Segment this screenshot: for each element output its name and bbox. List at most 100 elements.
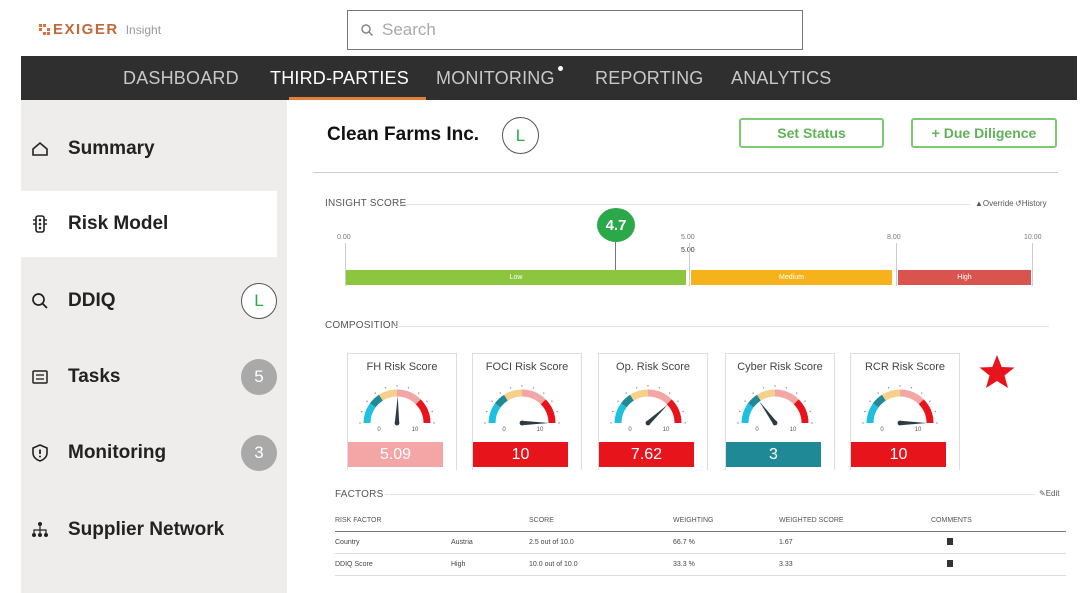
override-link[interactable]: ▲Override (975, 199, 1014, 208)
column-header: WEIGHTED SCORE (779, 511, 931, 532)
gauge-segment (379, 389, 398, 401)
gauge-segment (866, 403, 879, 424)
search-icon (32, 293, 48, 309)
gauge-hub (772, 420, 778, 426)
app-logo[interactable]: EXIGER Insight (39, 21, 161, 38)
nav-dashboard[interactable]: DASHBOARD (123, 68, 239, 89)
scale-tick (689, 243, 690, 286)
nav-analytics[interactable]: ANALYTICS (731, 68, 832, 89)
gauge-tick (811, 422, 813, 424)
gauge-tick (486, 410, 488, 413)
comments-cell[interactable] (931, 553, 1066, 576)
gauge-segment (415, 399, 431, 424)
gauge-tick (677, 400, 679, 402)
nav-reporting[interactable]: REPORTING (595, 68, 703, 89)
sidebar-item-supplier-network[interactable]: Supplier Network (21, 497, 277, 563)
set-status-button[interactable]: Set Status (739, 118, 884, 148)
insight-score-label: INSIGHT SCORE (325, 198, 407, 209)
sidebar-item-summary[interactable]: Summary (21, 116, 277, 182)
gauge-needle (900, 420, 927, 426)
search-input[interactable] (382, 20, 762, 40)
brand-sub: Insight (125, 22, 162, 37)
scale-tick-label: 5.00 (681, 234, 695, 241)
nav-monitoring[interactable]: MONITORING (436, 66, 563, 89)
gauge-tick (426, 400, 428, 402)
network-icon (32, 522, 48, 537)
gauge-segment (521, 389, 546, 405)
sidebar-item-risk-model[interactable]: Risk Model (21, 191, 277, 257)
gauge-range-label: 10 (915, 427, 922, 433)
table-cell: 3.33 (779, 553, 931, 576)
gauge-tick (418, 392, 420, 394)
gauge-tick (499, 392, 501, 394)
score-pointer (615, 242, 616, 270)
edit-label: Edit (1045, 489, 1060, 498)
column-header: SCORE (529, 511, 673, 532)
checklist-icon (32, 370, 48, 384)
gauge-tick (862, 422, 864, 424)
edit-link[interactable]: ✎Edit (1039, 489, 1060, 498)
gauge-tick (929, 400, 931, 402)
table-header-row: RISK FACTOR SCORE WEIGHTING WEIGHTED SCO… (335, 511, 1066, 532)
sidebar: Summary Risk Model DDIQ L Tasks 5 Monito… (21, 100, 287, 593)
document-icon[interactable] (947, 537, 953, 545)
gauge-tick (532, 387, 535, 389)
gauge-segment (504, 389, 523, 401)
pencil-icon: ✎ (1039, 489, 1046, 498)
sidebar-item-tasks[interactable]: Tasks 5 (21, 344, 277, 410)
gauge-score-value: 10 (473, 442, 568, 467)
gauge-tick (556, 410, 558, 413)
history-link[interactable]: ↺History (1015, 199, 1047, 208)
sidebar-item-label: Monitoring (68, 442, 167, 463)
gauge-segment (757, 389, 776, 401)
gauge-segment (647, 389, 672, 405)
gauge-hub (394, 420, 400, 426)
gauge-tick (869, 400, 871, 402)
gauge-hub (519, 420, 525, 426)
gauge-tick (359, 422, 361, 424)
table-cell: 33.3 % (673, 553, 779, 576)
gauge-title-text: FOCI Risk Score (482, 361, 572, 373)
override-label: Override (982, 199, 1014, 208)
gauge-tick (739, 410, 741, 413)
gauge-tick (744, 400, 746, 402)
sidebar-item-label: DDIQ (68, 290, 116, 311)
nav-third-parties[interactable]: THIRD-PARTIES (270, 68, 409, 89)
risk-band-high: High (898, 270, 1031, 285)
table-row: Country Austria 2.5 out of 10.0 66.7 % 1… (335, 531, 1066, 554)
history-label: History (1021, 199, 1047, 208)
due-diligence-button[interactable]: + Due Diligence (911, 118, 1057, 148)
gauge-title: RCR Risk Score (850, 361, 960, 373)
scale-tick (1032, 243, 1033, 286)
brand-name: EXIGER (53, 21, 119, 38)
gauge-tick (752, 392, 754, 394)
gauge-tick (433, 422, 435, 424)
gauge-tick (804, 400, 806, 402)
gauge-score-value: 5.09 (348, 442, 443, 467)
count-badge: 3 (241, 435, 277, 471)
gauge-segment (872, 394, 886, 408)
search-box[interactable] (347, 10, 803, 50)
document-icon[interactable] (947, 559, 953, 567)
factors-label: FACTORS (335, 489, 384, 500)
gauge-dial: 0 10 (359, 385, 435, 433)
sidebar-item-monitoring[interactable]: Monitoring 3 (21, 420, 277, 486)
gauge-segment (614, 403, 627, 424)
sidebar-item-ddiq[interactable]: DDIQ L (21, 268, 277, 334)
gauge-tick (396, 385, 398, 387)
gauge-segment (540, 399, 556, 424)
table-cell: Austria (451, 531, 529, 554)
gauge-range-label: 10 (663, 427, 670, 433)
sidebar-item-label: Supplier Network (68, 519, 225, 540)
gauge-card: Op. Risk Score 0 10 7.62 (598, 353, 708, 472)
company-risk-badge: L (502, 117, 539, 154)
comments-cell[interactable] (931, 531, 1066, 554)
gauge-tick (374, 392, 376, 394)
column-header: WEIGHTING (673, 511, 779, 532)
gauge-tick (936, 422, 938, 424)
gauge-tick (625, 392, 627, 394)
table-cell: 1.67 (779, 531, 931, 554)
gauge-title-text: FH Risk Score (363, 361, 441, 373)
section-divider (385, 494, 1035, 495)
gauge-tick (617, 400, 619, 402)
